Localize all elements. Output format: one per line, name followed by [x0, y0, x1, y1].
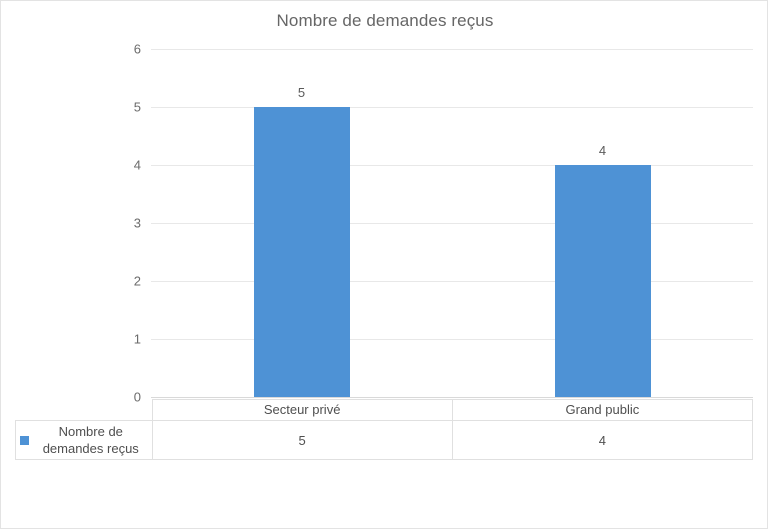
y-axis-tick-label-5: 5 [133, 99, 141, 115]
y-axis-tick-label-3: 3 [133, 215, 141, 231]
y-axis-tick-label-4: 4 [133, 157, 141, 173]
table-cell-value-1: 4 [451, 420, 754, 460]
gridline-2 [151, 281, 753, 282]
chart-data-table: Secteur privé Grand public Nombre de dem… [15, 399, 754, 460]
gridline-5 [151, 107, 753, 108]
gridline-4 [151, 165, 753, 166]
bar-value-label-0: 5 [297, 85, 306, 100]
y-axis-tick-label-1: 1 [133, 331, 141, 347]
table-cell-value-0: 5 [151, 420, 453, 460]
legend-entry[interactable]: Nombre de demandes reçus [15, 420, 153, 460]
y-axis-tick-label-6: 6 [133, 41, 141, 57]
bar-0[interactable] [253, 107, 350, 397]
legend-swatch-icon [20, 435, 29, 445]
gridline-0 [151, 397, 753, 398]
gridline-6 [151, 49, 753, 50]
plot-area: 54 [151, 49, 753, 398]
table-header-row: Secteur privé Grand public [16, 399, 754, 421]
chart-container: Nombre de demandes reçus 6543210 54 Sect… [0, 0, 768, 529]
bar-1[interactable] [554, 165, 651, 397]
chart-title: Nombre de demandes reçus [276, 11, 494, 30]
bar-value-label-1: 4 [598, 143, 607, 158]
y-axis-tick-label-2: 2 [133, 273, 141, 289]
legend-label: Nombre de demandes reçus [42, 424, 139, 456]
gridline-3 [151, 223, 753, 224]
table-column-header-0: Secteur privé [151, 399, 453, 421]
y-axis: 6543210 [97, 43, 141, 404]
gridline-1 [151, 339, 753, 340]
table-column-header-1: Grand public [451, 399, 754, 421]
table-corner-cell [16, 400, 153, 421]
table-row: Nombre de demandes reçus 5 4 [15, 420, 754, 460]
